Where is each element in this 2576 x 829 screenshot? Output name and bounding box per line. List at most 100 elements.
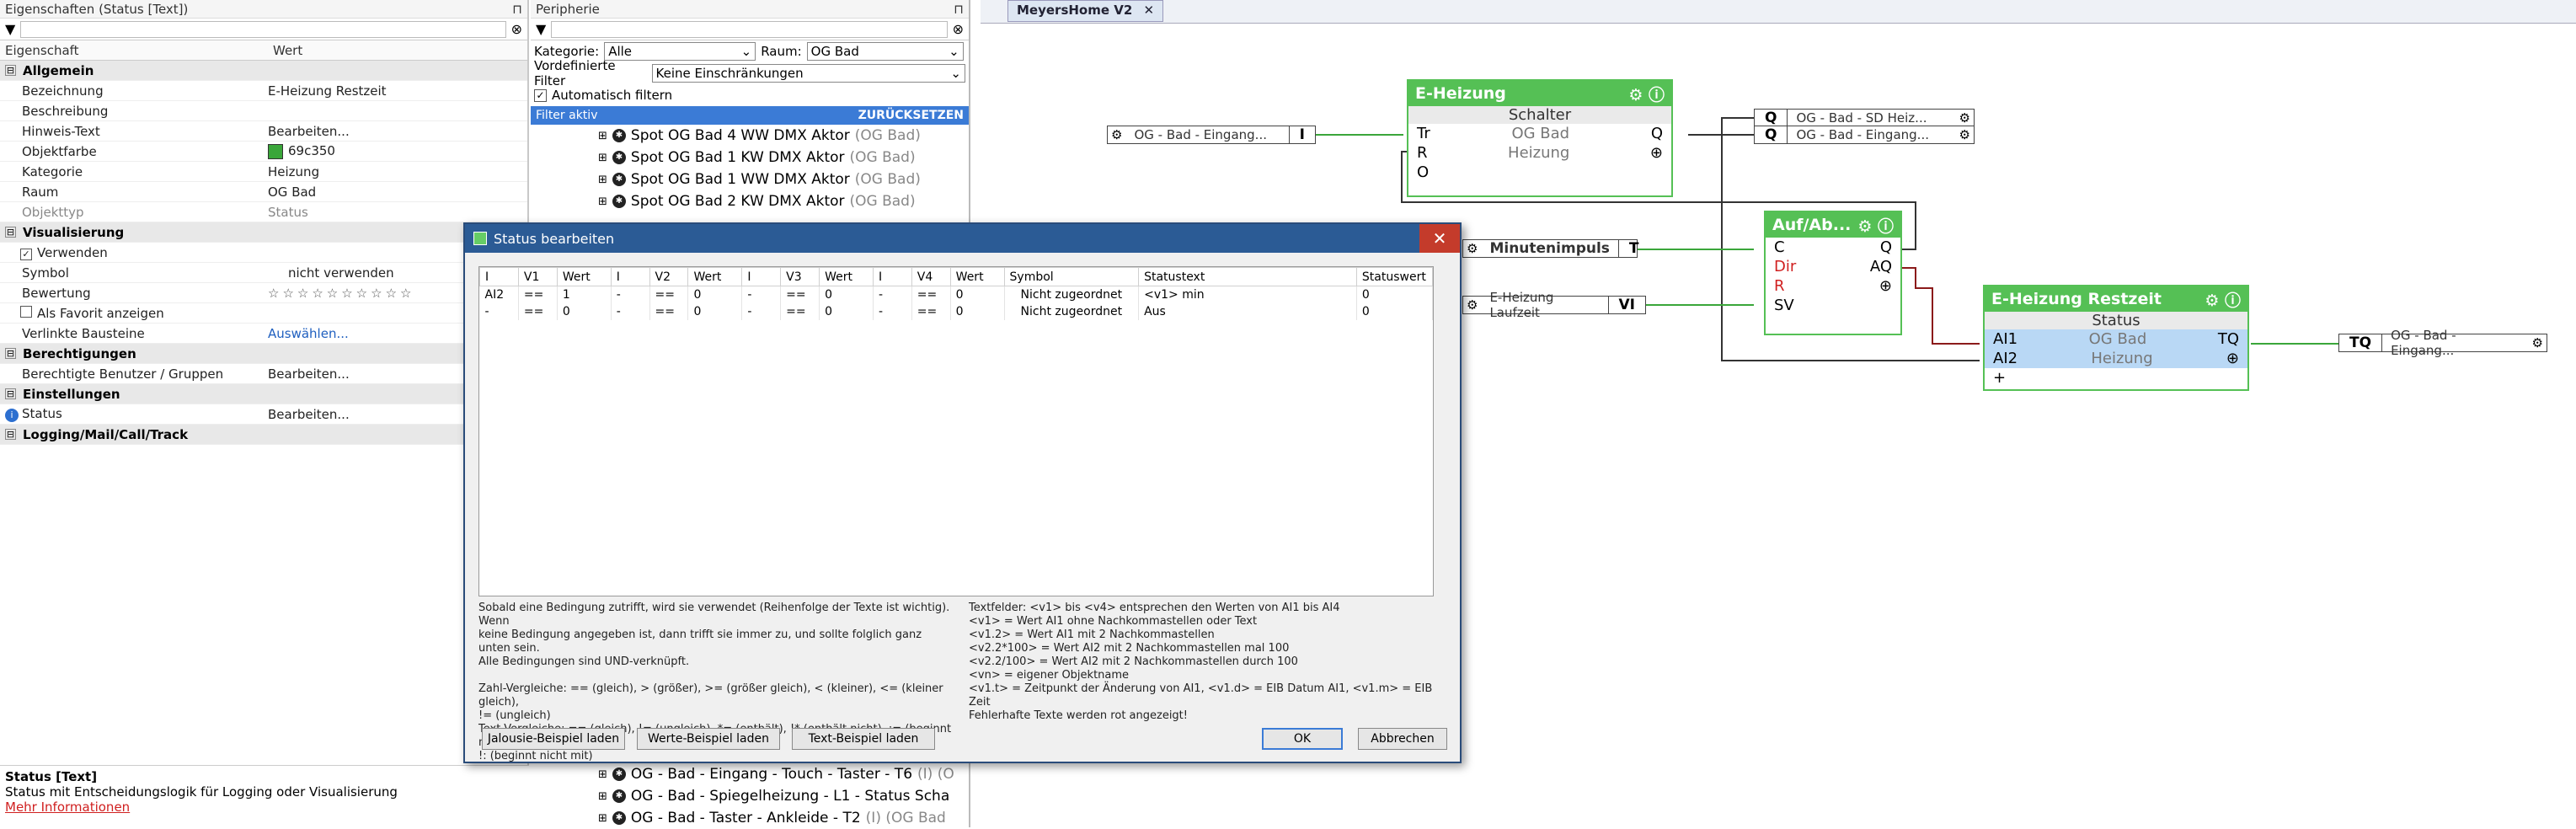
property-row[interactable]: Beschreibung	[0, 101, 527, 121]
cancel-button[interactable]: Abbrechen	[1358, 728, 1447, 750]
table-cell[interactable]: Aus	[1138, 303, 1357, 320]
external-laufzeit[interactable]: ⚙ E-Heizung Laufzeit VI	[1462, 290, 1646, 320]
port-tr[interactable]: Tr	[1417, 125, 1430, 142]
property-value[interactable]: Bearbeiten...	[268, 407, 350, 422]
settings-icon[interactable]: ⚙	[2529, 335, 2547, 350]
column-header[interactable]: Statustext	[1138, 267, 1357, 286]
checkbox[interactable]: ✓	[20, 248, 32, 260]
status-grid[interactable]: I V1 Wert I V2 Wert I V3 Wert I V4 Wert Symbol Status…	[478, 266, 1434, 596]
property-row[interactable]: i Status Bearbeiten...	[0, 404, 527, 425]
column-header[interactable]: V1	[517, 267, 558, 286]
tree-item[interactable]: ⊞ ✱ Spot OG Bad 1 WW DMX Aktor (OG Bad)	[531, 168, 969, 190]
table-row[interactable]: AI2 == 1- == 0- == 0- == 0 Nicht zugeordnet <v1> m…	[479, 286, 1433, 303]
external-minutenimpuls[interactable]: ⚙ Minutenimpuls T	[1462, 239, 1639, 258]
property-group[interactable]: ⊟ Logging/Mail/Call/Track	[0, 425, 527, 445]
settings-icon[interactable]: ⚙	[1108, 127, 1125, 142]
port-sv[interactable]: SV	[1774, 297, 1794, 314]
property-row[interactable]: Bezeichnung E-Heizung Restzeit	[0, 81, 527, 101]
tree-item[interactable]: ⊞ ✱ Spot OG Bad 4 WW DMX Aktor (OG Bad)	[531, 125, 969, 147]
auto-filter-checkbox[interactable]: ✓	[534, 88, 547, 102]
table-cell[interactable]: 0	[819, 303, 874, 320]
table-cell[interactable]: 0	[950, 286, 1005, 303]
column-header[interactable]: Symbol	[1003, 267, 1140, 286]
table-row[interactable]: - == 0- == 0- == 0- == 0 Nicht zugeordnet Aus 0	[479, 303, 1433, 320]
collapse-icon[interactable]: ⊟	[5, 348, 16, 359]
dialog-close-button[interactable]: ✕	[1419, 224, 1460, 253]
column-header[interactable]: Wert	[819, 267, 874, 286]
property-row[interactable]: Raum OG Bad	[0, 182, 527, 202]
settings-icon[interactable]: ⚙	[1956, 127, 1974, 142]
table-cell[interactable]: -	[611, 286, 650, 303]
add-input-icon[interactable]: +	[1993, 369, 2006, 387]
table-cell[interactable]: ==	[780, 286, 820, 303]
column-header[interactable]: V2	[649, 267, 689, 286]
raum-select[interactable]: OG Bad ⌄	[806, 42, 964, 61]
table-cell[interactable]: 1	[557, 286, 612, 303]
table-cell[interactable]: ==	[911, 303, 951, 320]
pin-icon[interactable]: ⊓	[512, 2, 522, 17]
expand-icon[interactable]: ⊞	[598, 790, 607, 803]
column-header[interactable]: Statuswert	[1355, 267, 1433, 286]
property-group[interactable]: ⊟ Berechtigungen	[0, 344, 527, 364]
property-group[interactable]: ⊟ Einstellungen	[0, 384, 527, 404]
expand-icon[interactable]: ⊞	[598, 768, 607, 781]
property-value[interactable]: E-Heizung Restzeit	[268, 83, 387, 99]
block-e-heizung[interactable]: E-Heizung ⚙ ⓘ Schalter Tr OG Bad Q R Heizung…	[1407, 79, 1673, 197]
add-output-icon[interactable]: ⊕	[2226, 350, 2239, 367]
table-cell[interactable]: -	[873, 286, 912, 303]
properties-filter-input[interactable]	[20, 20, 506, 38]
property-value[interactable]: Bearbeiten...	[268, 366, 350, 382]
table-cell[interactable]: 0	[950, 303, 1005, 320]
peripherie-filter-input[interactable]	[551, 20, 948, 38]
gear-icon[interactable]: ⚙ ⓘ	[1857, 214, 1894, 237]
table-cell[interactable]: 0	[557, 303, 612, 320]
property-row[interactable]: Objekttyp Status	[0, 202, 527, 222]
column-header[interactable]: V4	[911, 267, 951, 286]
property-value[interactable]: OG Bad	[268, 185, 316, 200]
column-header[interactable]: V3	[780, 267, 820, 286]
collapse-icon[interactable]: ⊟	[5, 227, 16, 238]
port-ai1[interactable]: AI1	[1993, 330, 2018, 348]
collapse-icon[interactable]: ⊟	[5, 429, 16, 440]
property-value[interactable]: ☆☆☆☆☆☆☆☆☆☆	[268, 286, 414, 301]
tree-item[interactable]: ⊞ ✱ Spot OG Bad 1 KW DMX Aktor (OG Bad)	[531, 147, 969, 168]
settings-icon[interactable]: ⚙	[1463, 297, 1481, 313]
table-cell[interactable]: <v1> min	[1138, 286, 1357, 303]
expand-icon[interactable]: ⊞	[598, 195, 607, 208]
external-input-eingang[interactable]: ⚙ OG - Bad - Eingang... I	[1107, 126, 1316, 144]
checkbox[interactable]	[20, 305, 32, 318]
tree-item[interactable]: ⊞ ✱ OG - Bad - Taster - Ankleide - T2 (I) (…	[531, 807, 969, 829]
property-row[interactable]: Bewertung ☆☆☆☆☆☆☆☆☆☆	[0, 283, 527, 303]
vfilter-select[interactable]: Keine Einschränkungen ⌄	[651, 64, 965, 83]
external-output-tq[interactable]: TQ OG - Bad - Eingang... ⚙	[2338, 328, 2547, 358]
port-r[interactable]: R	[1417, 144, 1428, 162]
port-c[interactable]: C	[1774, 238, 1785, 256]
property-value[interactable]: Heizung	[268, 164, 319, 179]
table-cell[interactable]: Nicht zugeordnet	[1004, 286, 1140, 303]
external-output-eingang[interactable]: Q OG - Bad - Eingang... ⚙	[1754, 126, 1975, 144]
table-cell[interactable]: 0	[687, 286, 743, 303]
property-value[interactable]: Bearbeiten...	[268, 124, 350, 139]
table-cell[interactable]: AI2	[479, 286, 519, 303]
property-row[interactable]: Kategorie Heizung	[0, 162, 527, 182]
table-cell[interactable]: ==	[518, 303, 558, 320]
table-cell[interactable]: 0	[687, 303, 743, 320]
table-cell[interactable]: -	[741, 286, 782, 303]
table-cell[interactable]: ==	[518, 286, 558, 303]
table-cell[interactable]: -	[611, 303, 650, 320]
column-header[interactable]: I	[479, 267, 519, 286]
external-output-sd-heiz[interactable]: Q OG - Bad - SD Heiz... ⚙	[1754, 109, 1975, 127]
settings-icon[interactable]: ⚙	[1956, 110, 1974, 126]
property-value[interactable]: 69c350	[288, 143, 335, 158]
port-dir[interactable]: Dir	[1774, 258, 1796, 275]
table-cell[interactable]: ==	[780, 303, 820, 320]
add-output-icon[interactable]: ⊕	[1879, 277, 1892, 295]
jalousie-example-button[interactable]: Jalousie-Beispiel laden	[482, 728, 625, 750]
block-auf-ab[interactable]: Auf/Ab... ⚙ ⓘ CQ Dir AQ R ⊕ SV	[1764, 211, 1902, 335]
table-cell[interactable]: -	[479, 303, 519, 320]
collapse-icon[interactable]: ⊟	[5, 65, 16, 76]
property-value[interactable]: nicht verwenden	[268, 265, 394, 281]
column-header[interactable]: I	[610, 267, 650, 286]
clear-filter-icon[interactable]: ⊗	[511, 21, 522, 37]
expand-icon[interactable]: ⊞	[598, 174, 607, 186]
